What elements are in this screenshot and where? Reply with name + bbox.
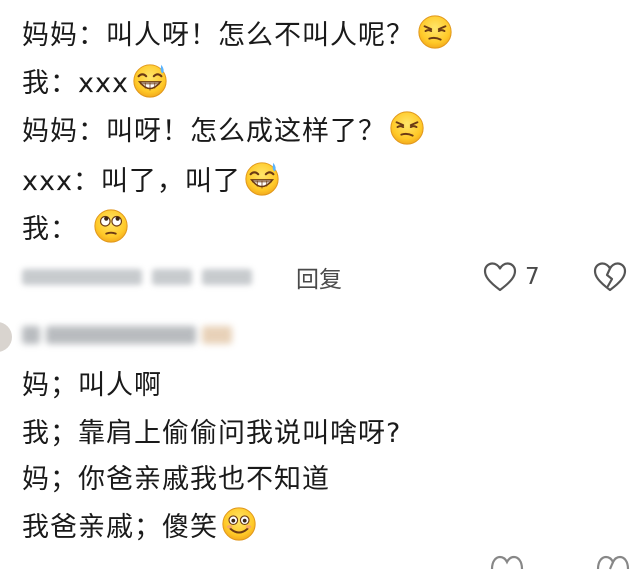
like-count: 7: [525, 264, 540, 290]
grin-sweat-face-icon: [245, 162, 279, 196]
comment-1-line-5: 我：: [22, 206, 130, 246]
comment-2-line-4: 我爸亲戚；傻笑: [22, 504, 258, 544]
broken-heart-icon: [593, 262, 627, 292]
comment-date-blurred: [22, 262, 262, 292]
reply-button[interactable]: 回复: [296, 262, 342, 293]
comment-text: 我爸亲戚；傻笑: [22, 511, 218, 543]
heart-outline-icon: [483, 262, 517, 292]
username-blurred: [22, 318, 252, 352]
comment-2-line-3: 妈；你爸亲戚我也不知道: [22, 456, 330, 496]
comment-2-line-2: 我；靠肩上偷偷问我说叫啥呀?: [22, 410, 401, 450]
dislike-button[interactable]: [593, 259, 627, 295]
comment-1-line-4: xxx：叫了，叫了: [22, 158, 281, 198]
eye-roll-face-icon: [94, 209, 128, 243]
comment-text: 我：xxx: [22, 67, 129, 99]
comment-text: 我：: [22, 213, 78, 245]
reply-label: 回复: [296, 267, 342, 293]
comment-text: 我；靠肩上偷偷问我说叫啥呀?: [22, 417, 402, 449]
smirk-face-icon: [418, 15, 452, 49]
comment-1-line-2: 我：xxx: [22, 60, 169, 100]
comment-text: 妈妈：叫呀！怎么成这样了？: [22, 115, 386, 147]
comment-text: 妈；叫人啊: [22, 369, 162, 401]
comment-text: 妈；你爸亲戚我也不知道: [22, 463, 330, 495]
comment-text: xxx：叫了，叫了: [22, 165, 241, 197]
silly-smile-face-icon: [222, 507, 256, 541]
comment-1-line-3: 妈妈：叫呀！怎么成这样了？: [22, 108, 426, 148]
comment-2-line-1: 妈；叫人啊: [22, 362, 162, 402]
broken-heart-icon[interactable]: [596, 555, 630, 571]
grin-sweat-face-icon: [133, 64, 167, 98]
avatar[interactable]: [0, 322, 12, 352]
smirk-face-icon: [390, 111, 424, 145]
like-button[interactable]: 7: [483, 259, 540, 295]
heart-outline-icon[interactable]: [490, 555, 524, 571]
comment-1-line-1: 妈妈：叫人呀！怎么不叫人呢？: [22, 12, 454, 52]
comment-text: 妈妈：叫人呀！怎么不叫人呢？: [22, 19, 414, 51]
